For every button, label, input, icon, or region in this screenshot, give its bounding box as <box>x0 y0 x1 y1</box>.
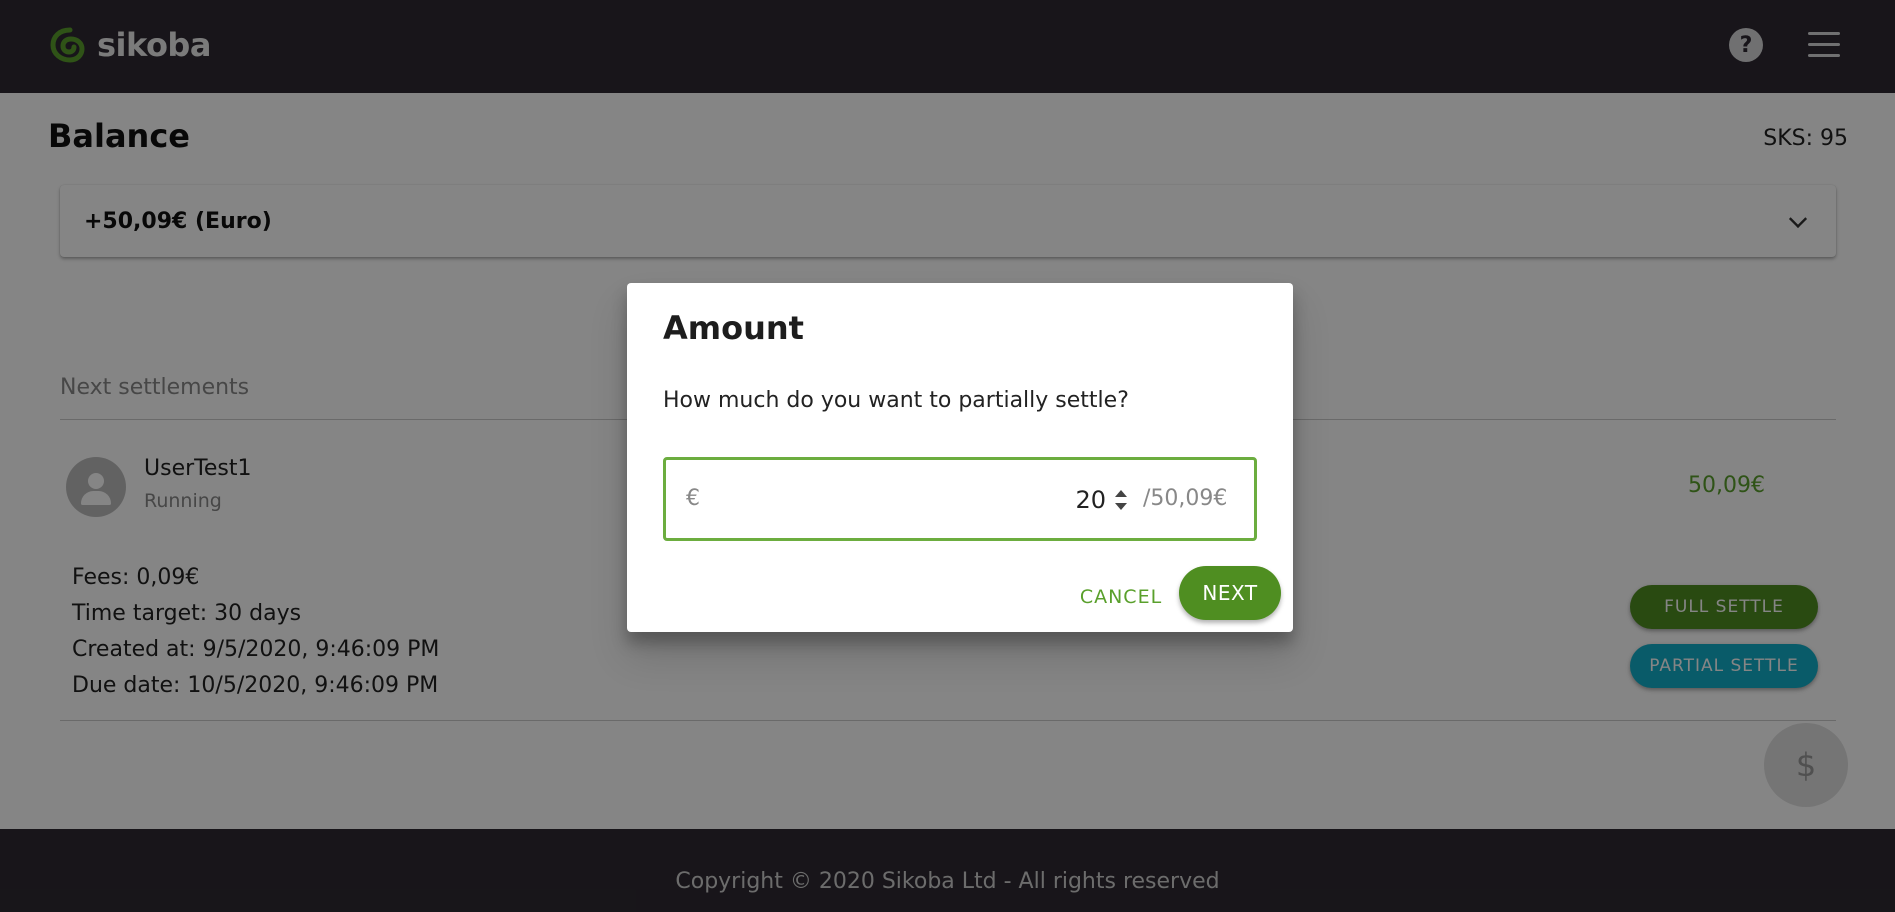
next-button[interactable]: NEXT <box>1179 566 1281 620</box>
spinner-down-icon[interactable] <box>1115 503 1127 510</box>
amount-dialog: Amount How much do you want to partially… <box>627 283 1293 632</box>
spinner-up-icon[interactable] <box>1115 490 1127 497</box>
amount-field[interactable]: € /50,09€ <box>663 457 1257 541</box>
number-spinner-icon[interactable] <box>1111 486 1131 516</box>
currency-prefix: € <box>686 486 700 511</box>
dialog-question: How much do you want to partially settle… <box>663 388 1129 413</box>
dialog-title: Amount <box>663 309 804 347</box>
max-amount-suffix: /50,09€ <box>1143 486 1228 511</box>
amount-input[interactable] <box>726 480 1106 520</box>
cancel-button[interactable]: CANCEL <box>1063 575 1179 619</box>
